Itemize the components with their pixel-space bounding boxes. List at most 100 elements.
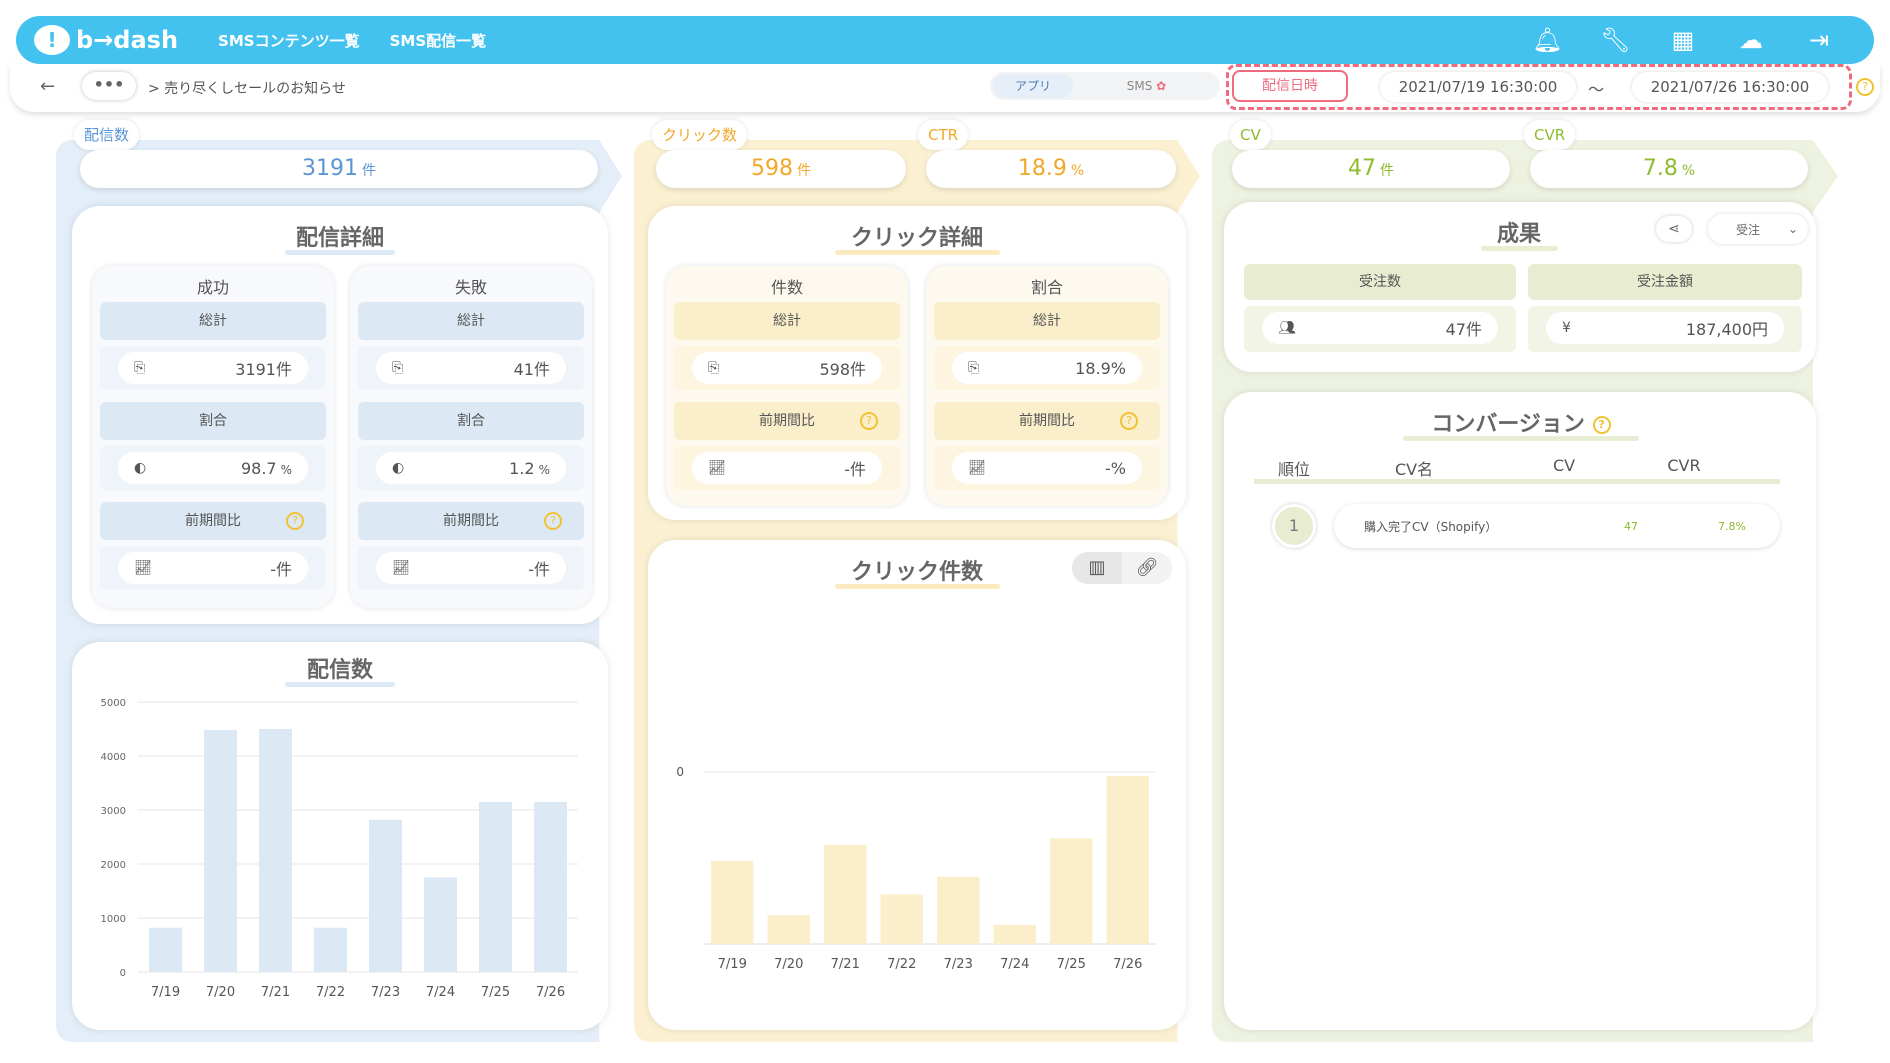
click-kpi-number: 598 [751,156,793,181]
click-kpi-value: 598 件 [656,150,906,188]
help-icon[interactable]: ? [286,512,304,530]
channel-sms-tab[interactable]: SMS ✿ [1073,79,1220,93]
result-type-select[interactable]: 受注 ⌄ [1708,214,1808,244]
click-count-prev-row: 📈︎ -件 [674,446,900,490]
click-count-prev-label: 前期間比? [674,402,900,440]
bar-chart-icon[interactable]: ▥ [1072,552,1122,584]
bar [767,915,810,944]
channel-toggle[interactable]: アプリ SMS ✿ [990,72,1220,100]
bar [424,877,457,972]
failure-ratio-pill: ◐ 1.2% [376,452,566,484]
x-tick-label: 7/19 [718,957,747,972]
failure-prev-pill: 📈︎ -件 [376,552,566,584]
support-icon[interactable]: ☁ [1736,24,1766,56]
help-icon[interactable]: ? [860,412,878,430]
click-kpi-label: クリック数 [652,120,748,150]
date-range-separator: 〜 [1588,80,1605,99]
success-ratio-number: 98.7 [240,458,277,478]
bar [1050,838,1093,944]
date-to-input[interactable]: 2021/07/26 16:30:00 [1632,72,1828,102]
logo-mark-icon: ! [34,25,70,55]
click-count-prev-pill: 📈︎ -件 [692,452,882,484]
delivery-bar-chart: 0 1000 2000 3000 4000 5000 7/19 7/20 7/21 7/22 7/2… [101,698,578,1000]
x-tick-label: 7/20 [206,985,235,1000]
help-icon[interactable]: ? [1592,416,1611,434]
cvr-number: 7.8 [1642,156,1678,181]
failure-total-pill: ⎘ 41件 [376,352,566,384]
back-arrow-icon[interactable]: ← [40,76,55,97]
channel-app-tab[interactable]: アプリ [993,74,1073,98]
bar [993,924,1036,944]
x-tick-label: 7/25 [481,985,510,1000]
bar [937,876,980,944]
logo[interactable]: ! b→dash [34,25,178,55]
success-prev-label: 前期間比? [100,502,326,540]
delivery-detail-title: 配信詳細 [290,220,390,255]
nav-sms-contents[interactable]: SMSコンテンツ一覧 [218,30,360,51]
exit-icon: ⎘ [708,360,720,376]
click-ratio-total-pill: ⎘ 18.9% [952,352,1142,384]
click-ratio-panel: 割合 総計 ⎘ 18.9% 前期間比? 📈︎ -% [926,266,1168,506]
bar [711,860,754,944]
delivery-column: 配信数 3191 件 配信詳細 成功 総計 ⎘ 3191件 割合 ◐ 98.7% 前期… [56,120,622,1042]
wrench-icon[interactable]: 🔧︎ [1600,24,1630,56]
ctr-number: 18.9 [1017,156,1067,181]
bar [1106,776,1149,944]
apps-grid-icon[interactable]: ▦ [1668,24,1698,56]
cv-kpi-unit: 件 [1380,163,1394,179]
click-kpi-unit: 件 [797,163,811,179]
orders-value: 47件 [1445,320,1482,339]
chevron-down-icon: ⌄ [1787,222,1798,236]
pie-icon: ◐ [392,460,405,476]
x-tick-label: 7/24 [1000,957,1029,972]
help-icon[interactable]: ? [544,512,562,530]
logout-icon[interactable]: ⇥ [1804,24,1834,56]
conversion-title-text: コンバージョン [1431,412,1585,437]
bell-icon[interactable]: 🔔︎ [1532,24,1562,56]
result-type-value: 受注 [1736,222,1761,237]
orders-row: 👥︎ 47件 [1244,306,1516,352]
delivery-detail-card: 配信詳細 成功 総計 ⎘ 3191件 割合 ◐ 98.7% 前期間比? 📈︎ -件 失… [72,206,608,624]
y-tick-label: 0 [676,765,684,779]
click-ratio-prev-label: 前期間比? [934,402,1160,440]
success-total-value: 3191件 [235,360,292,379]
help-icon[interactable]: ? [1120,412,1138,430]
bar [880,894,923,944]
y-tick-label: 0 [120,968,126,979]
x-tick-label: 7/20 [774,957,803,972]
click-bar-chart: 0 7/19 7/20 7/21 7/22 7/23 7/24 7/25 7/26 [676,765,1156,972]
failure-prev-value: -件 [528,560,550,579]
y-tick-label: 4000 [101,752,126,763]
failure-ratio-row: ◐ 1.2% [358,446,584,490]
more-button[interactable]: ••• [82,72,136,100]
failure-total-row: ⎘ 41件 [358,346,584,390]
trend-icon: 📈︎ [392,560,410,576]
ctr-label: CTR [918,120,969,150]
link-icon[interactable]: 🔗︎ [1122,552,1172,584]
ctr-unit: % [1070,163,1085,179]
failure-total-value: 41件 [513,360,550,379]
failure-prev-label: 前期間比? [358,502,584,540]
result-title: 成果 [1484,216,1554,251]
click-count-prev-label-text: 前期間比 [759,413,815,429]
y-tick-label: 3000 [101,806,126,817]
click-ratio-title: 割合 [1030,278,1063,297]
x-tick-label: 7/22 [887,957,916,972]
table-row[interactable]: 購入完了CV（Shopify） 47 7.8% [1334,504,1780,548]
help-icon[interactable]: ? [1856,78,1874,96]
x-tick-label: 7/26 [1113,957,1142,972]
breadcrumb: > 売り尽くしセールのお知らせ [148,81,346,97]
result-title-text: 成果 [1496,222,1541,247]
failure-ratio-value: 1.2% [509,459,550,478]
success-ratio-pill: ◐ 98.7% [118,452,308,484]
click-count-prev-value: -件 [844,460,866,479]
click-ratio-total-label: 総計 [934,302,1160,340]
trend-icon: 📈︎ [968,460,986,476]
trend-icon: 📈︎ [134,560,152,576]
date-from-input[interactable]: 2021/07/19 16:30:00 [1380,72,1576,102]
click-ratio-prev-row: 📈︎ -% [934,446,1160,490]
share-icon[interactable]: ⋖ [1656,216,1692,242]
failure-prev-row: 📈︎ -件 [358,546,584,590]
nav-sms-deliveries[interactable]: SMS配信一覧 [390,30,487,51]
delivery-kpi-unit: 件 [362,163,376,179]
